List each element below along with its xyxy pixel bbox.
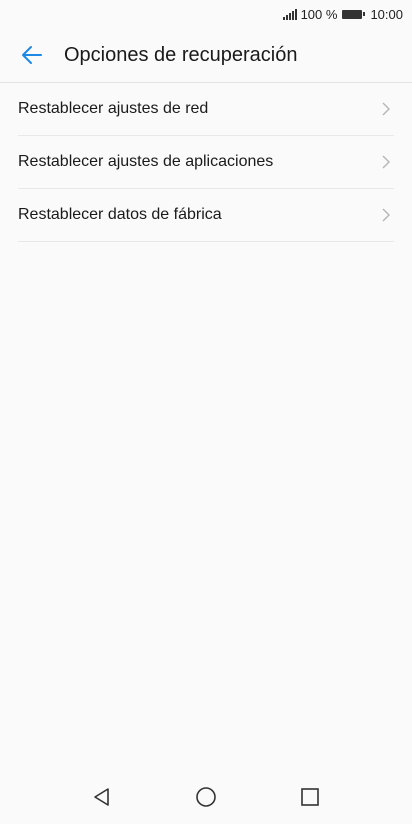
nav-back-button[interactable] [50,777,154,817]
chevron-right-icon [380,154,392,170]
chevron-right-icon [380,101,392,117]
list-item-label: Restablecer datos de fábrica [18,206,222,223]
nav-recents-button[interactable] [258,777,362,817]
battery-percent: 100 % [300,6,338,22]
recents-square-icon [301,788,319,806]
back-button[interactable] [18,41,46,69]
option-reset-network-settings[interactable]: Restablecer ajustes de red [18,83,394,136]
page-title: Opciones de recuperación [64,43,298,66]
list-item-label: Restablecer ajustes de red [18,100,209,117]
navigation-bar [0,770,412,824]
back-triangle-icon [94,788,109,806]
list-item-label: Restablecer ajustes de aplicaciones [18,153,274,170]
recovery-options-list: Restablecer ajustes de red Restablecer a… [18,83,394,242]
home-circle-icon [196,787,216,807]
app-bar: Opciones de recuperación [0,28,412,83]
battery-icon [342,9,366,19]
chevron-right-icon [380,207,392,223]
arrow-left-icon [22,46,42,64]
option-factory-reset[interactable]: Restablecer datos de fábrica [18,189,394,242]
status-bar: 100 % 10:00 [0,0,412,28]
clock: 10:00 [370,6,403,22]
signal-icon [282,8,297,20]
nav-home-button[interactable] [154,777,258,817]
option-reset-app-settings[interactable]: Restablecer ajustes de aplicaciones [18,136,394,189]
